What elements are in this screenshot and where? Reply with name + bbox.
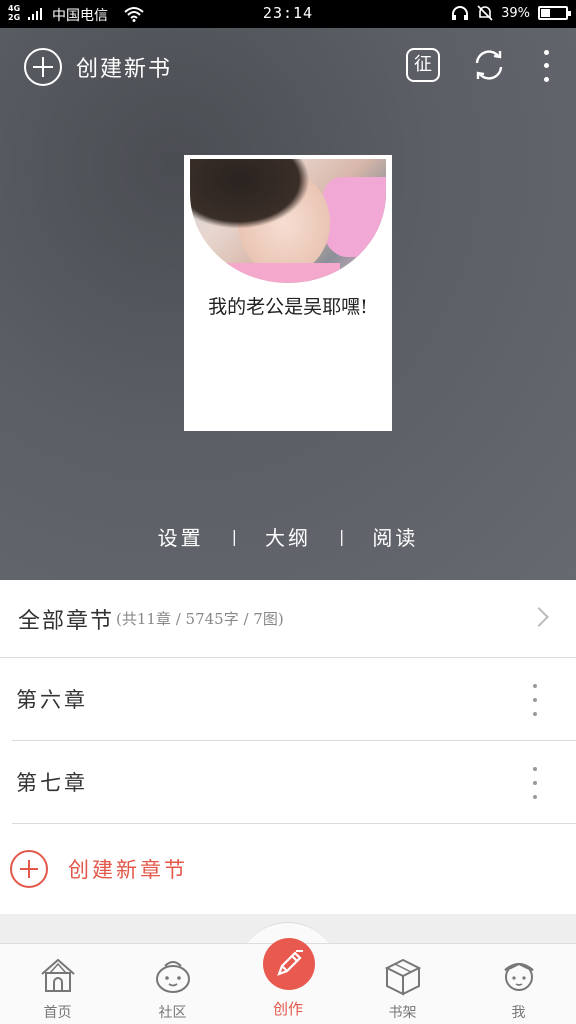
nav-bookshelf[interactable]: 书架 <box>345 944 460 1024</box>
headphone-icon <box>452 6 469 20</box>
book-cover[interactable]: 我的老公是吴耶嘿! <box>184 155 392 431</box>
separator: | <box>339 527 345 546</box>
read-link[interactable]: 阅读 <box>366 522 424 551</box>
nav-home[interactable]: 首页 <box>0 944 115 1024</box>
battery-percent: 39% <box>501 5 530 21</box>
cover-photo <box>190 159 386 283</box>
nav-me[interactable]: 我 <box>461 944 576 1024</box>
top-bar: 创建新书 征 <box>0 28 576 104</box>
chapter-title: 第七章 <box>16 771 88 795</box>
nav-label: 我 <box>511 1005 526 1021</box>
nav-label: 书架 <box>388 1005 417 1021</box>
more-menu-icon[interactable] <box>538 46 554 86</box>
create-book-button[interactable]: 创建新书 <box>24 48 172 86</box>
nav-community[interactable]: 社区 <box>115 944 230 1024</box>
all-chapters-row[interactable]: 全部章节 (共11章 / 5745字 / 7图) <box>0 580 576 658</box>
plus-circle-icon <box>10 850 48 888</box>
chapter-title: 第六章 <box>16 688 88 712</box>
battery-icon <box>538 6 571 20</box>
profile-icon <box>503 962 534 991</box>
chapter-list: 全部章节 (共11章 / 5745字 / 7图) 第六章 第七章 创建新章节 <box>0 580 576 914</box>
chapter-row[interactable]: 第六章 <box>12 658 576 741</box>
book-actions: 设置 | 大纲 | 阅读 <box>0 522 576 551</box>
settings-link[interactable]: 设置 <box>152 522 210 551</box>
all-chapters-label: 全部章节 <box>18 608 115 634</box>
contest-button[interactable]: 征 <box>406 48 440 82</box>
pencil-icon <box>277 950 303 976</box>
outline-link[interactable]: 大纲 <box>259 522 317 551</box>
nav-label: 社区 <box>158 1005 187 1021</box>
book-header: 创建新书 征 我的老公是吴耶嘿! 设置 | 大纲 | 阅读 <box>0 28 576 580</box>
create-chapter-label: 创建新章节 <box>68 858 188 882</box>
separator: | <box>231 527 237 546</box>
chapter-row[interactable]: 第七章 <box>12 741 576 824</box>
community-face-icon <box>155 961 190 993</box>
nav-create[interactable] <box>263 938 315 990</box>
box-icon <box>384 958 421 996</box>
chapter-more-icon[interactable] <box>530 767 540 799</box>
create-chapter-button[interactable]: 创建新章节 <box>0 824 576 914</box>
house-icon <box>40 958 75 992</box>
create-book-label: 创建新书 <box>76 57 173 82</box>
status-icons: 39% <box>451 5 571 21</box>
chapter-stats: (共11章 / 5745字 / 7图) <box>116 610 284 628</box>
plus-circle-icon <box>24 48 62 86</box>
status-bar: 4G 2G 中国电信 23:14 39% <box>0 0 576 28</box>
chapter-more-icon[interactable] <box>530 684 540 716</box>
book-title: 我的老公是吴耶嘿! <box>208 296 368 318</box>
sync-icon[interactable] <box>470 46 508 84</box>
mute-bell-icon <box>477 5 493 21</box>
nav-label: 创作 <box>272 1000 303 1018</box>
nav-label: 首页 <box>43 1005 72 1021</box>
chevron-right-icon <box>529 607 549 627</box>
